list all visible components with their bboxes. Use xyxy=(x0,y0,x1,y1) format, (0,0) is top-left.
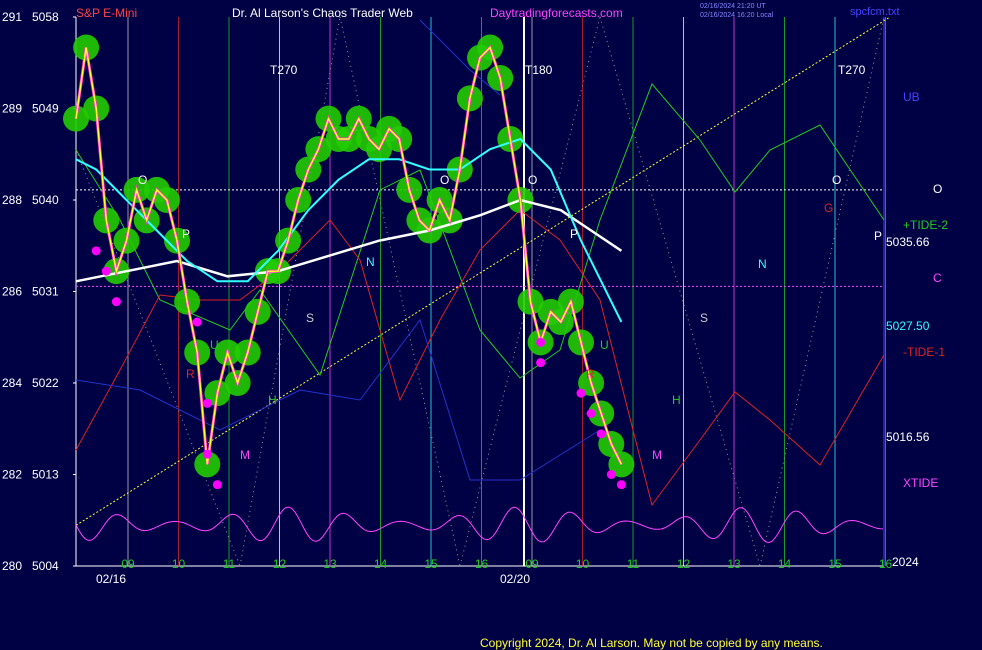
marker-letter: M xyxy=(652,448,662,462)
price-dot xyxy=(586,409,596,418)
right-label: O xyxy=(933,182,942,196)
y-tick-price: 5049 xyxy=(32,102,59,116)
y-tick-left: 289 xyxy=(2,102,22,116)
cycle-label: T270 xyxy=(270,63,298,77)
marker-letter: U xyxy=(600,338,609,352)
marker-letter: G xyxy=(824,201,833,215)
copyright-notice: Copyright 2024, Dr. Al Larson. May not b… xyxy=(480,636,823,650)
y-tick-left: 282 xyxy=(2,468,22,482)
y-tick-price: 5031 xyxy=(32,285,59,299)
marker-letter: P xyxy=(874,229,882,243)
chart-title: Dr. Al Larson's Chaos Trader Web xyxy=(232,6,413,20)
price-dot xyxy=(101,266,111,276)
price-dot xyxy=(536,337,546,347)
symbol-label: S&P E-Mini xyxy=(76,6,137,20)
data-file-label: spcfcm.txt xyxy=(850,6,900,18)
y-tick-left: 288 xyxy=(2,193,22,207)
right-label: -TIDE-1 xyxy=(903,345,945,359)
x-tick-hour: 11 xyxy=(627,557,640,571)
x-tick-hour: 16 xyxy=(879,557,893,571)
marker-letter: S xyxy=(306,311,314,325)
x-tick-hour: 11 xyxy=(223,557,236,571)
marker-letter: H xyxy=(268,393,277,407)
marker-letter: N xyxy=(366,255,375,269)
marker-letter: R xyxy=(586,367,595,381)
right-label: XTIDE xyxy=(903,476,938,490)
right-label: 5016.56 xyxy=(886,430,930,444)
x-tick-hour: 15 xyxy=(828,557,842,571)
price-dot xyxy=(202,398,212,408)
right-label: C xyxy=(933,271,942,285)
y-tick-left: 284 xyxy=(2,376,22,390)
marker-letter: R xyxy=(186,367,195,381)
marker-letter: U xyxy=(210,338,219,352)
price-dot xyxy=(536,358,546,368)
marker-letter: S xyxy=(700,311,708,325)
timestamp-ut: 02/16/2024 21:20 UT xyxy=(700,3,766,10)
x-tick-hour: 14 xyxy=(374,557,388,571)
x-tick-hour: 13 xyxy=(323,557,337,571)
y-tick-price: 5013 xyxy=(32,468,59,482)
price-dot xyxy=(202,449,212,459)
x-tick-hour: 12 xyxy=(677,557,691,571)
x-tick-hour: 09 xyxy=(121,557,135,571)
x-tick-hour: 14 xyxy=(778,557,792,571)
right-label: 5035.66 xyxy=(886,235,930,249)
marker-letter: P xyxy=(570,227,578,241)
y-tick-left: 291 xyxy=(2,10,22,24)
right-label: +TIDE-2 xyxy=(903,218,948,232)
x-tick-hour: 09 xyxy=(525,557,539,571)
y-tick-price: 5004 xyxy=(32,559,59,573)
x-tick-hour: 12 xyxy=(273,557,287,571)
cycle-label: T270 xyxy=(838,63,866,77)
price-dot xyxy=(616,480,626,490)
site-link[interactable]: Daytradingforecasts.com xyxy=(490,6,623,20)
x-tick-hour: 10 xyxy=(576,557,590,571)
y-tick-left: 280 xyxy=(2,559,22,573)
marker-letter: O xyxy=(138,173,147,187)
marker-letter: M xyxy=(240,448,250,462)
x-tick-hour: 10 xyxy=(172,557,186,571)
price-dot xyxy=(91,246,101,256)
x-tick-hour: 16 xyxy=(475,557,489,571)
price-dot xyxy=(606,470,616,479)
marker-letter: O xyxy=(440,173,449,187)
y-tick-price: 5058 xyxy=(32,10,59,24)
right-label: UB xyxy=(903,90,920,104)
y-tick-price: 5040 xyxy=(32,193,59,207)
y-tick-price: 5022 xyxy=(32,376,59,390)
x-date-label: 02/16 xyxy=(96,572,126,586)
timestamp-local: 02/16/2024 16:20 Local xyxy=(700,12,774,19)
price-dot xyxy=(596,429,606,439)
x-tick-hour: 13 xyxy=(727,557,741,571)
price-dot xyxy=(192,317,202,327)
marker-letter: O xyxy=(832,173,841,187)
price-dot xyxy=(111,297,121,307)
right-label: 5027.50 xyxy=(886,319,930,333)
cycle-label: T180 xyxy=(525,63,553,77)
x-date-label: 02/20 xyxy=(500,572,530,586)
price-dot xyxy=(576,388,586,398)
price-dot xyxy=(212,480,222,490)
marker-letter: O xyxy=(528,173,537,187)
x-year-label: 2024 xyxy=(892,555,919,569)
marker-letter: N xyxy=(758,257,767,271)
y-tick-left: 286 xyxy=(2,285,22,299)
x-tick-hour: 15 xyxy=(424,557,438,571)
chart-canvas: 291 5058 289 5049 288 5040 286 5031 284 5022 282 50… xyxy=(0,0,982,650)
marker-letter: H xyxy=(672,393,681,407)
marker-letter: P xyxy=(182,227,190,241)
